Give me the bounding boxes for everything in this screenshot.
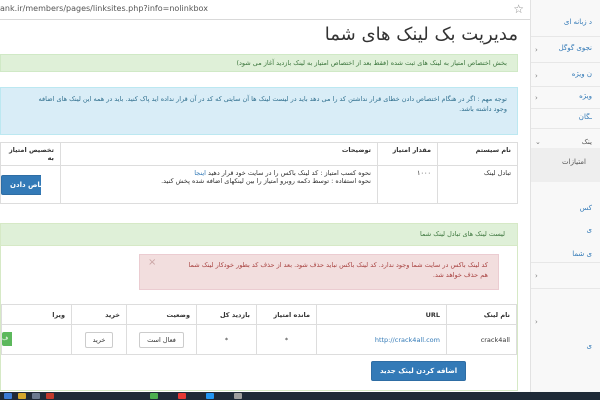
table-row: crack4all http://crack4all.com * * فعال … — [1, 324, 517, 355]
description-line1: نحوه کسب امتیاز : کد لینک باکس را در سای… — [194, 169, 371, 177]
sidebar-divider — [531, 36, 600, 37]
links-panel-heading: لیست لینک های تبادل لینک شما — [1, 224, 517, 246]
assign-button-wrap: اختصاص دادن — [1, 174, 41, 195]
status-active-button[interactable]: فعال است — [139, 331, 184, 348]
edit-cell: ف — [1, 324, 72, 355]
info-alert: توجه مهم : اگر در هنگام اختصاص دادن خطای… — [0, 87, 518, 135]
sidebar-item-box[interactable]: کس — [530, 204, 592, 212]
info-alert-line2: وجود داشته باشد. — [459, 105, 507, 113]
chevron-left-icon: › — [535, 72, 538, 80]
edit-button[interactable]: ف — [2, 331, 12, 346]
chevron-left-icon: › — [535, 46, 538, 54]
info-alert-line1: توجه مهم : اگر در هنگام اختصاص دادن خطای… — [38, 95, 507, 103]
folder-icon[interactable] — [18, 393, 26, 399]
sidebar-item-points[interactable]: امتیازات — [524, 158, 586, 166]
system-name-cell: تبادل لینک — [437, 165, 518, 204]
table-row: تبادل لینک ۱۰۰۰ نحوه کسب امتیاز : کد لین… — [0, 165, 518, 204]
sidebar-item-multi-tab[interactable]: د زبانه ای — [530, 18, 592, 26]
sidebar-item-yours[interactable]: ی شما — [530, 250, 592, 258]
page-title: مدیریت بک لینک های شما — [324, 24, 518, 45]
links-table-header: نام لینک URL مانده امتیاز بازدید کل وضعی… — [1, 304, 517, 325]
app-icon[interactable] — [46, 393, 54, 399]
url-link[interactable]: http://crack4all.com — [375, 336, 440, 344]
status-cell: فعال است — [126, 324, 197, 355]
start-icon[interactable] — [4, 393, 12, 399]
sidebar-divider — [531, 108, 600, 109]
sidebar-item-last[interactable]: ی — [530, 342, 592, 350]
sidebar-item-free[interactable]: ـگان — [530, 113, 592, 121]
sidebar-divider — [531, 262, 600, 263]
col-points: مقدار امتیاز — [377, 142, 438, 166]
col-link-name: نام لینک — [446, 304, 517, 325]
col-url: URL — [316, 304, 447, 325]
chevron-down-icon: ⌄ — [535, 138, 541, 146]
main-content: مدیریت بک لینک های شما بخش اختصاص امتیاز… — [0, 20, 530, 392]
url-text[interactable]: ank.ir/members/pages/linksites.php?info=… — [0, 4, 208, 13]
sidebar: د زبانه ای نجوی گوگل › ن ویژه › ویژه › ـ… — [530, 0, 600, 392]
links-panel: لیست لینک های تبادل لینک شما × کد لینک ب… — [0, 223, 518, 391]
description-line2: نحوه استفاده : توسط دکمه روبرو امتیاز را… — [161, 177, 371, 185]
col-buy: خرید — [71, 304, 127, 325]
assign-points-button[interactable]: اختصاص دادن — [1, 174, 41, 195]
chevron-left-icon[interactable]: › — [535, 318, 538, 326]
col-edit: ویرا — [1, 304, 72, 325]
points-cell: ۱۰۰۰ — [377, 165, 438, 204]
assign-cell: اختصاص دادن — [0, 165, 61, 204]
sidebar-divider — [531, 62, 600, 63]
col-assign: تخصیص امتیاز به — [0, 142, 61, 166]
app-icon[interactable] — [206, 393, 214, 399]
add-new-link-button[interactable]: اضافه کردن لینک جدید — [371, 361, 467, 381]
sidebar-divider — [531, 288, 600, 289]
here-link[interactable]: اینجا — [194, 169, 206, 177]
url-cell: http://crack4all.com — [316, 324, 447, 355]
description-cell: نحوه کسب امتیاز : کد لینک باکس را در سای… — [60, 165, 378, 204]
visits-cell: * — [196, 324, 257, 355]
browser-icon[interactable] — [150, 393, 158, 399]
danger-line2: هم حذف خواهد شد. — [432, 271, 488, 279]
app-icon[interactable] — [32, 393, 40, 399]
buy-cell: خرید — [71, 324, 127, 355]
taskbar — [0, 392, 600, 400]
sidebar-item-special-2[interactable]: ویژه — [530, 92, 592, 100]
buy-button[interactable]: خرید — [84, 331, 114, 348]
sidebar-item-sub[interactable]: ی — [530, 226, 592, 234]
close-icon[interactable]: × — [148, 258, 156, 268]
col-description: توضیحات — [60, 142, 378, 166]
chevron-left-icon: › — [535, 94, 538, 102]
sidebar-item-special-1[interactable]: ن ویژه — [530, 70, 592, 78]
system-table: نام سیستم مقدار امتیاز توضیحات تخصیص امت… — [0, 142, 518, 204]
col-status: وضعیت — [126, 304, 197, 325]
col-system-name: نام سیستم — [437, 142, 518, 166]
danger-line1: کد لینک باکس در سایت شما وجود ندارد. کد … — [188, 261, 488, 269]
success-alert: بخش اختصاص امتیاز به لینک های ثبت شده (ف… — [0, 54, 518, 72]
browser-address-bar[interactable]: ank.ir/members/pages/linksites.php?info=… — [0, 0, 530, 20]
links-table: نام لینک URL مانده امتیاز بازدید کل وضعی… — [1, 304, 517, 355]
app-icon[interactable] — [234, 393, 242, 399]
system-table-header: نام سیستم مقدار امتیاز توضیحات تخصیص امت… — [0, 142, 518, 166]
chevron-left-icon[interactable]: › — [535, 272, 538, 280]
sidebar-item-google-search[interactable]: نجوی گوگل — [530, 44, 592, 52]
sidebar-divider — [531, 128, 600, 129]
app-icon[interactable] — [178, 393, 186, 399]
bookmark-star-icon[interactable]: ☆ — [513, 2, 524, 16]
link-name-cell: crack4all — [446, 324, 517, 355]
col-total-visits: بازدید کل — [196, 304, 257, 325]
col-remaining: مانده امتیاز — [256, 304, 317, 325]
remaining-cell: * — [256, 324, 317, 355]
sidebar-divider — [531, 86, 600, 87]
danger-alert: × کد لینک باکس در سایت شما وجود ندارد. ک… — [139, 254, 499, 290]
